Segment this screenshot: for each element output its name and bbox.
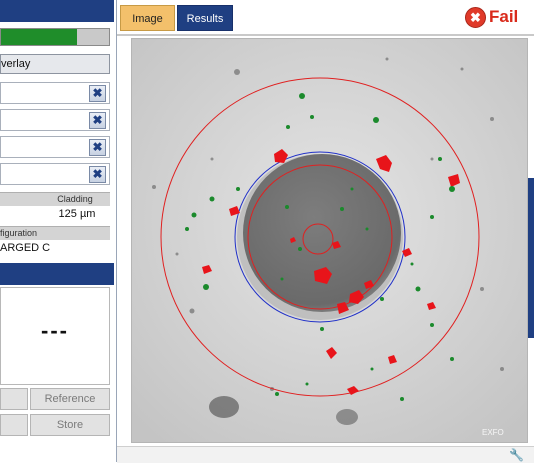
clear-field-4-x-icon[interactable]: ✖: [89, 166, 106, 183]
tab-underline: [117, 34, 534, 36]
right-area: Image Results ✖ Fail EXFO 🔧: [117, 0, 534, 463]
result-value: ---: [41, 318, 69, 343]
test-progress-bar: [0, 28, 110, 46]
panel-header-bar: [0, 0, 114, 22]
left-button-bottom[interactable]: [0, 414, 28, 436]
clear-field-2-x-icon[interactable]: ✖: [89, 112, 106, 129]
fiber-cladding: [243, 154, 401, 312]
wrench-icon[interactable]: 🔧: [509, 448, 524, 462]
dust-blob-1: [209, 396, 239, 418]
fiber-image-svg: EXFO: [132, 39, 527, 442]
cladding-value-cell: 125 µm: [0, 206, 110, 222]
result-header-bar: [0, 263, 114, 285]
fiber-field-2[interactable]: ✖: [0, 109, 110, 131]
overlay-button-label: verlay: [1, 58, 31, 70]
left-button-top[interactable]: [0, 388, 28, 410]
progress-fill: [1, 29, 77, 45]
fiber-field-3[interactable]: ✖: [0, 136, 110, 158]
clear-field-1-x-icon[interactable]: ✖: [89, 85, 106, 102]
clear-field-3-x-icon[interactable]: ✖: [89, 139, 106, 156]
exfo-watermark: EXFO: [482, 428, 504, 437]
store-button[interactable]: Store: [30, 414, 110, 436]
tab-image[interactable]: Image: [120, 5, 175, 31]
fiber-end-face-image[interactable]: EXFO: [131, 38, 528, 443]
configuration-header: figuration: [0, 226, 110, 240]
status-bar: 🔧: [117, 446, 534, 463]
cladding-header-label: Cladding: [57, 194, 93, 204]
result-box: ---: [0, 287, 110, 385]
fail-status: ✖ Fail: [465, 4, 518, 30]
left-panel: verlay ✖ ✖ ✖ ✖ Cladding 125 µm figuratio…: [0, 0, 117, 462]
dust-blob-2: [336, 409, 358, 425]
configuration-value: ARGED C: [0, 242, 51, 254]
overlay-button[interactable]: verlay: [0, 54, 110, 74]
fail-x-circle-icon: ✖: [465, 6, 486, 28]
configuration-header-label: figuration: [0, 228, 38, 238]
cladding-value: 125 µm: [58, 208, 96, 220]
reference-button[interactable]: Reference: [30, 388, 110, 410]
cladding-header: Cladding: [0, 192, 110, 206]
fail-label: Fail: [489, 7, 519, 26]
side-strip: [528, 178, 534, 338]
fiber-field-4[interactable]: ✖: [0, 163, 110, 185]
configuration-value-cell: ARGED C: [0, 240, 110, 256]
tab-results[interactable]: Results: [177, 5, 233, 31]
fiber-field-1[interactable]: ✖: [0, 82, 110, 104]
